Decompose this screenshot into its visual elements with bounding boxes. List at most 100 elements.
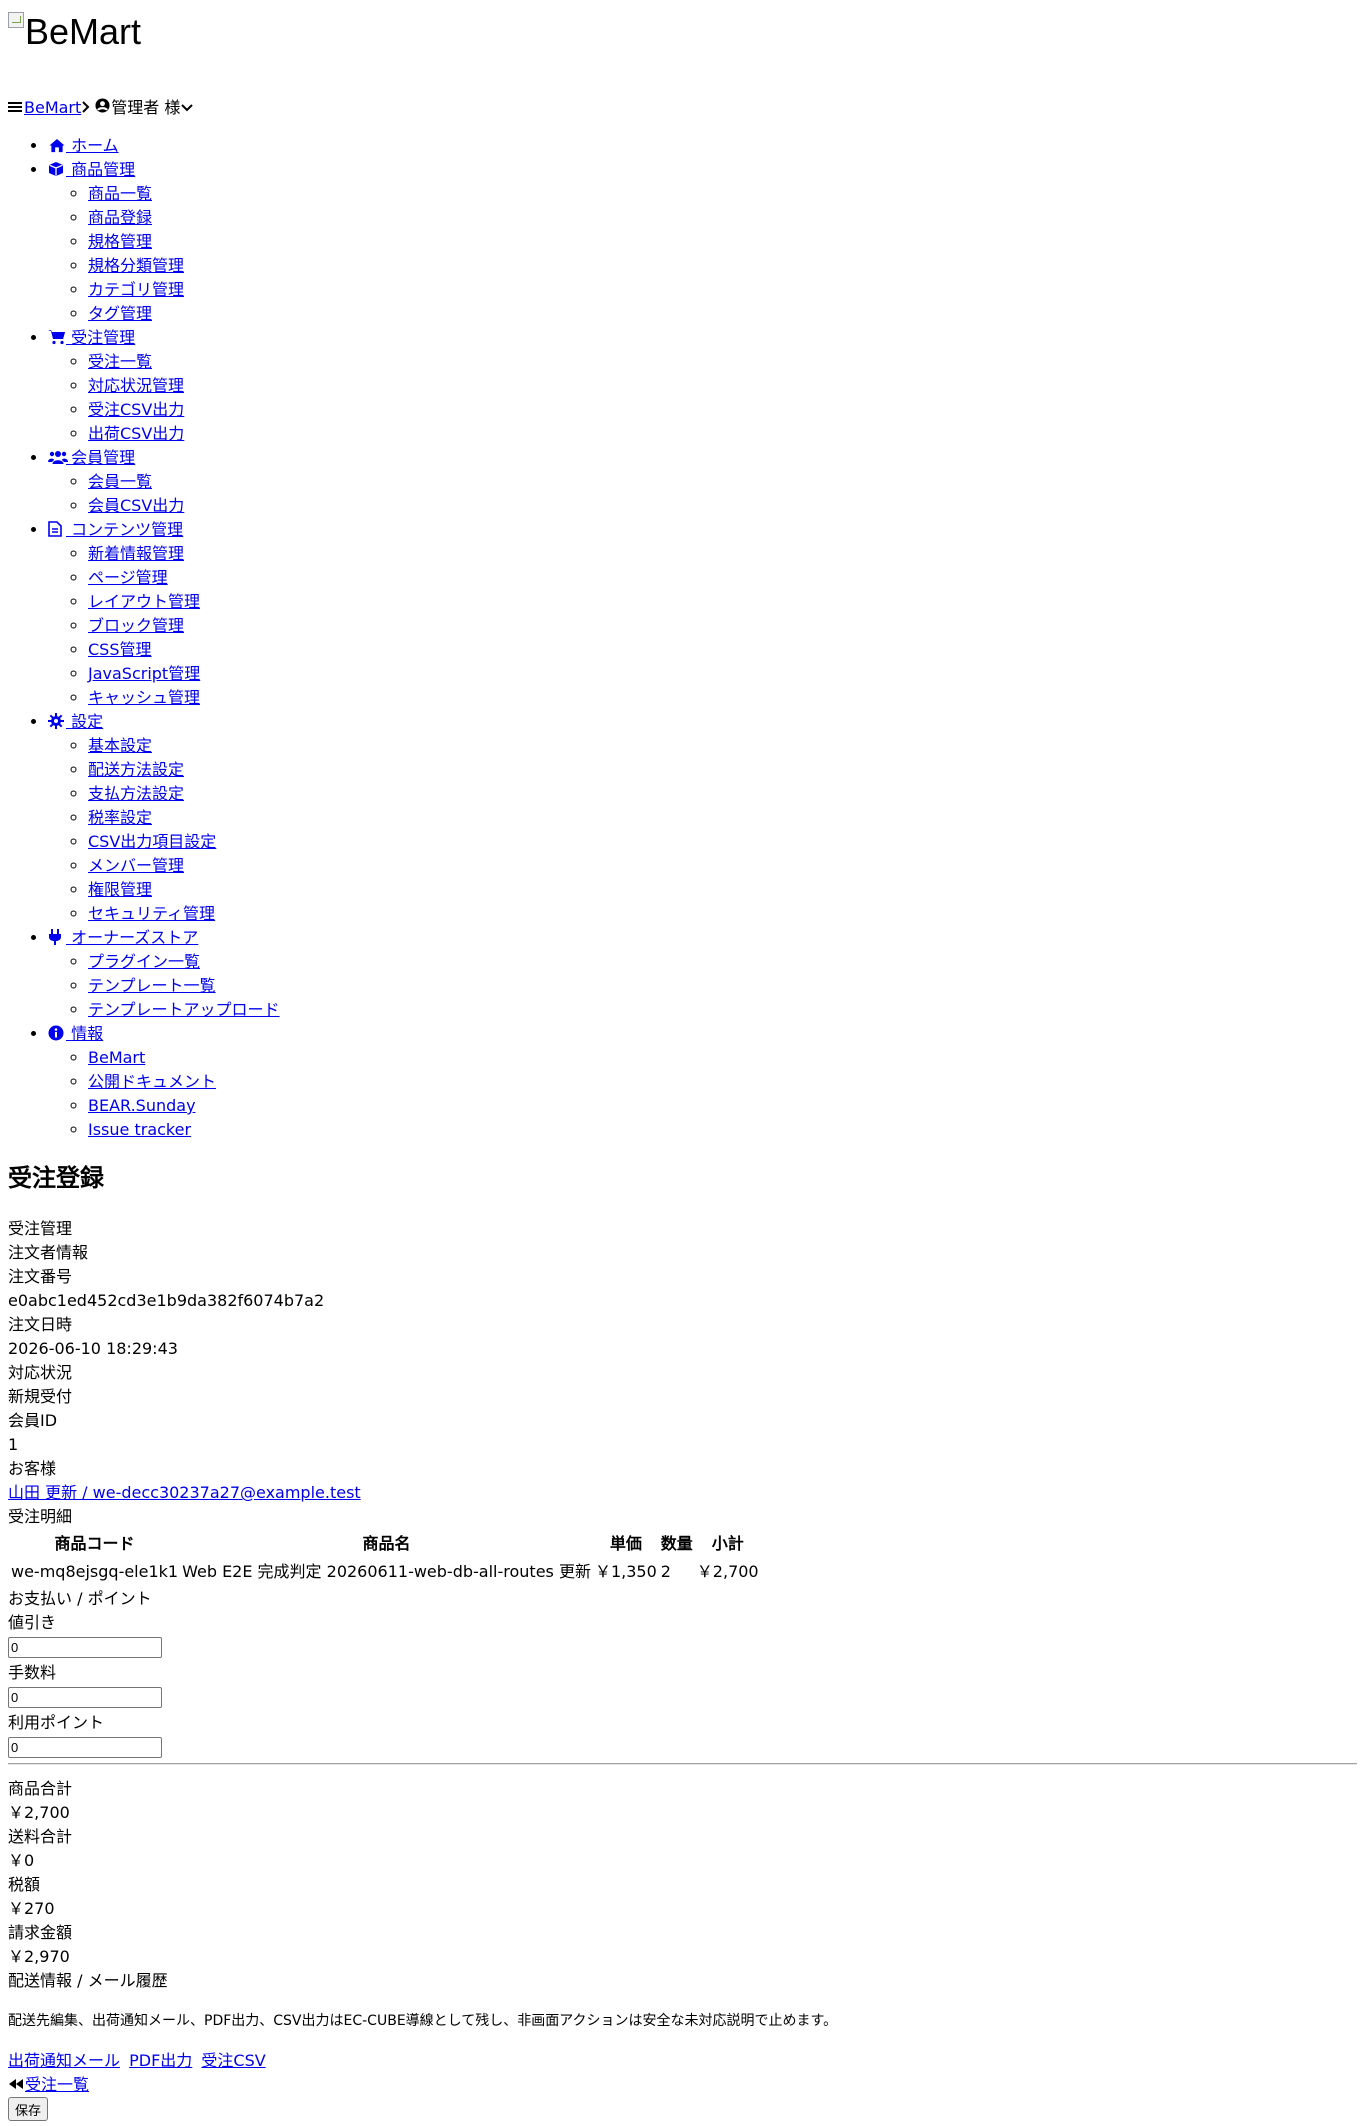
nav-link[interactable]: コンテンツ管理 [48,520,183,539]
order-csv-link[interactable]: 受注CSV [201,2051,265,2070]
cell-unit-price: ￥1,350 [594,1562,657,1581]
nav-sublink[interactable]: 商品登録 [88,208,152,227]
nav-subitem: 対応状況管理 [88,374,1357,398]
billing-total-value: ￥2,970 [8,1947,70,1966]
nav-item: ホーム [48,134,1357,158]
back-to-orders-link[interactable]: 受注一覧 [25,2073,89,2097]
section-heading-customer: 注文者情報 [8,1243,89,1262]
nav-sublink[interactable]: カテゴリ管理 [88,280,184,299]
nav-sublink[interactable]: 規格管理 [88,232,152,251]
menu-icon[interactable] [8,96,22,120]
home-icon [48,136,66,153]
nav-item: コンテンツ管理新着情報管理ページ管理レイアウト管理ブロック管理 CSS管理 Java… [48,518,1357,710]
gear-icon [48,712,66,729]
nav-sublink[interactable]: Issue tracker [88,1120,191,1139]
chevron-down-icon[interactable] [181,96,194,120]
users-icon [48,448,68,464]
box-icon [48,160,66,176]
nav-sublink[interactable]: レイアウト管理 [88,592,200,611]
nav-sublink[interactable]: ブロック管理 [88,616,184,635]
user-menu[interactable]: 管理者 様 [111,96,180,120]
nav-sublink[interactable]: 規格分類管理 [88,256,184,275]
shipping-mail-link[interactable]: 出荷通知メール [8,2051,120,2070]
nav-sublink[interactable]: メンバー管理 [88,856,184,875]
nav-subitem: テンプレート一覧 [88,974,1357,998]
nav-sublink[interactable]: 基本設定 [88,736,152,755]
nav-submenu: 基本設定配送方法設定支払方法設定税率設定 CSV出力項目設定メンバー管理権限管理セ… [48,734,1357,926]
nav-sublink[interactable]: 商品一覧 [88,184,152,203]
nav-label: ホーム [71,136,119,155]
nav-sublink[interactable]: 受注CSV出力 [88,400,184,419]
nav-label: 設定 [71,712,104,731]
file-icon [48,520,66,537]
nav-sublink[interactable]: セキュリティ管理 [88,904,215,923]
nav-sublink[interactable]: テンプレート一覧 [88,976,216,995]
nav-subitem: タグ管理 [88,302,1357,326]
nav-sublink[interactable]: ページ管理 [88,568,168,587]
column-header-name: 商品名 [362,1534,411,1553]
discount-input[interactable] [8,1637,162,1658]
page-title: 受注登録 [8,1164,104,1192]
nav-sublink[interactable]: 受注一覧 [88,352,152,371]
nav-label: オーナーズストア [71,928,199,947]
chevron-right-icon [81,96,91,120]
backward-icon [8,2073,24,2097]
nav-sublink[interactable]: JavaScript管理 [88,664,200,683]
order-details-label: 受注明細 [8,1507,73,1526]
nav-subitem: JavaScript管理 [88,662,1357,686]
brand-link[interactable]: BeMart [24,96,81,120]
points-label: 利用ポイント [8,1713,105,1732]
nav-submenu: 新着情報管理ページ管理レイアウト管理ブロック管理 CSS管理 JavaScript管… [48,542,1357,710]
logo-alt-text: BeMart [25,11,142,52]
nav-sublink[interactable]: キャッシュ管理 [88,688,200,707]
points-input[interactable] [8,1737,162,1758]
nav-sublink[interactable]: 新着情報管理 [88,544,184,563]
nav-link[interactable]: 受注管理 [48,328,135,347]
save-button[interactable]: 保存 [8,2097,49,2121]
nav-sublink[interactable]: 支払方法設定 [88,784,184,803]
nav-submenu: 受注一覧対応状況管理受注CSV出力出荷CSV出力 [48,350,1357,446]
subtotal-value: ￥2,700 [8,1803,70,1822]
nav-item: 情報 BeMart 公開ドキュメント BEAR.Sunday Issue tracker [48,1022,1357,1142]
nav-link[interactable]: 商品管理 [48,160,135,179]
page: BeMart BeMart 管理者 様 ホーム 商品管理商品一覧商品登録規格管理… [0,0,1365,2122]
nav-item: 受注管理受注一覧対応状況管理受注CSV出力出荷CSV出力 [48,326,1357,446]
nav-sublink[interactable]: 配送方法設定 [88,760,184,779]
nav-link[interactable]: オーナーズストア [48,928,198,947]
nav-sublink[interactable]: BEAR.Sunday [88,1096,196,1115]
user-circle-icon [95,96,110,120]
nav-link[interactable]: 会員管理 [48,448,135,467]
nav-sublink[interactable]: タグ管理 [88,304,152,323]
nav-submenu: プラグイン一覧テンプレート一覧テンプレートアップロード [48,950,1357,1022]
cell-product-code: we-mq8ejsgq-ele1k1 [11,1562,179,1581]
nav-sublink[interactable]: 税率設定 [88,808,152,827]
nav-sublink[interactable]: 会員一覧 [88,472,152,491]
nav-item: オーナーズストアプラグイン一覧テンプレート一覧テンプレートアップロード [48,926,1357,1022]
nav-link[interactable]: 情報 [48,1024,103,1043]
nav-submenu: BeMart 公開ドキュメント BEAR.Sunday Issue tracker [48,1046,1357,1142]
nav-link[interactable]: 設定 [48,712,103,731]
info-icon [48,1024,66,1041]
pdf-output-link[interactable]: PDF出力 [129,2051,192,2070]
nav-subitem: BEAR.Sunday [88,1094,1357,1118]
nav-sublink[interactable]: CSV出力項目設定 [88,832,216,851]
nav-sublink[interactable]: プラグイン一覧 [88,952,200,971]
nav-subitem: 公開ドキュメント [88,1070,1357,1094]
nav-link[interactable]: ホーム [48,136,119,155]
nav-subitem: 新着情報管理 [88,542,1357,566]
customer-link[interactable]: 山田 更新 / we-decc30237a27@example.test [8,1483,361,1502]
fee-input[interactable] [8,1687,162,1708]
nav-sublink[interactable]: テンプレートアップロード [88,1000,280,1019]
nav-sublink[interactable]: CSS管理 [88,640,152,659]
nav-sublink[interactable]: 公開ドキュメント [88,1072,216,1091]
nav-sublink[interactable]: 権限管理 [88,880,152,899]
nav-subitem: プラグイン一覧 [88,950,1357,974]
nav-sublink[interactable]: 出荷CSV出力 [88,424,184,443]
nav-sublink[interactable]: 会員CSV出力 [88,496,184,515]
order-date-value: 2026-06-10 18:29:43 [8,1339,178,1358]
broken-image-icon [8,12,24,28]
column-header-code: 商品コード [54,1534,135,1553]
member-id-value: 1 [8,1435,19,1454]
nav-sublink[interactable]: 対応状況管理 [88,376,184,395]
nav-sublink[interactable]: BeMart [88,1048,145,1067]
